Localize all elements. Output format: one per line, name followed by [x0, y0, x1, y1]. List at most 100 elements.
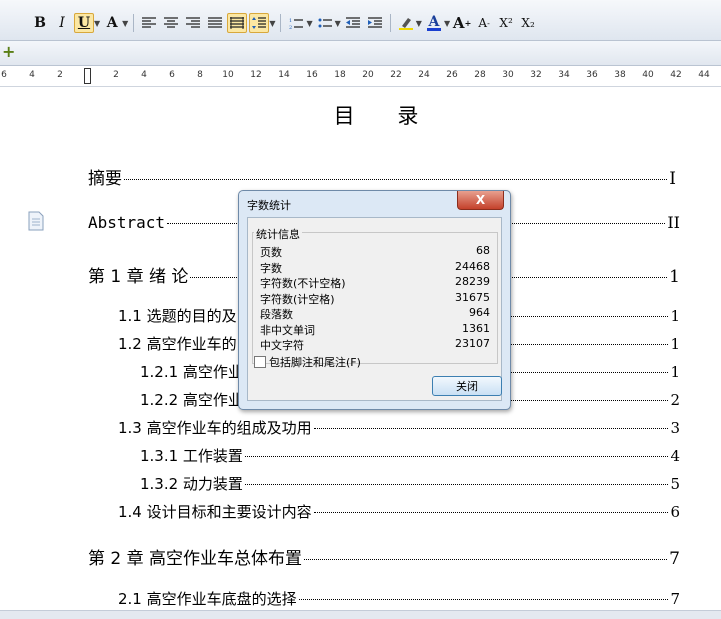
align-left-icon[interactable] — [139, 13, 159, 33]
toc-page-number: 6 — [670, 503, 680, 521]
ruler-tick-label: 10 — [222, 70, 234, 80]
toc-entry[interactable]: 1.3.1 工作装置 4 — [140, 445, 680, 466]
ruler-tick-label: 34 — [558, 70, 570, 80]
formatting-toolbar: B I U ▼ A ▼ ▼ 12 ▼ ▼ ▼ A ▼ A + A - X² X₂ — [0, 0, 721, 41]
align-right-icon[interactable] — [183, 13, 203, 33]
toc-entry[interactable]: 1.3 高空作业车的组成及功用 3 — [118, 417, 680, 438]
subscript-button[interactable]: X₂ — [518, 13, 538, 33]
ruler-tick-label: 32 — [530, 70, 542, 80]
document-icon — [28, 211, 44, 231]
include-footnotes-checkbox[interactable]: 包括脚注和尾注(F) — [254, 354, 361, 370]
stat-value: 68 — [476, 244, 490, 257]
close-button[interactable]: 关闭 — [432, 376, 502, 396]
toc-page-number: 4 — [670, 447, 680, 465]
chevron-down-icon[interactable]: ▼ — [122, 19, 128, 28]
superscript-button[interactable]: X² — [496, 13, 516, 33]
font-color-button[interactable]: A — [424, 13, 444, 33]
shrink-font-button[interactable]: A- — [474, 13, 494, 33]
align-center-icon[interactable] — [161, 13, 181, 33]
line-spacing-icon[interactable] — [249, 13, 270, 33]
toc-page-number: 1 — [669, 267, 680, 287]
bullet-list-icon[interactable] — [315, 13, 335, 33]
toc-entry[interactable]: 1.4 设计目标和主要设计内容 6 — [118, 501, 680, 522]
numbered-list-icon[interactable]: 12 — [286, 13, 306, 33]
stat-label: 字数 — [260, 261, 282, 275]
grow-font-button[interactable]: A + — [452, 13, 472, 33]
toc-entry-text: 第 1 章 绪 论 — [88, 267, 189, 287]
checkbox-label: 包括脚注和尾注(F) — [269, 356, 361, 369]
underline-button[interactable]: U — [74, 13, 94, 33]
toc-leader-dots — [124, 178, 668, 180]
highlight-icon[interactable] — [396, 13, 416, 33]
chevron-down-icon[interactable]: ▼ — [94, 19, 100, 28]
chevron-down-icon[interactable]: ▼ — [335, 19, 341, 28]
ruler-tick-label: 16 — [306, 70, 318, 80]
ruler-tick-label: 28 — [474, 70, 486, 80]
toc-page-number: 7 — [670, 590, 680, 608]
toc-leader-dots — [244, 483, 669, 485]
close-icon[interactable]: X — [457, 191, 504, 210]
stat-value: 24468 — [455, 259, 490, 273]
toc-page-number: 1 — [670, 335, 680, 353]
ruler-tick-label: 20 — [362, 70, 374, 80]
toc-entry[interactable]: 1.3.2 动力装置 5 — [140, 473, 680, 494]
indent-marker[interactable] — [84, 68, 91, 84]
toc-leader-dots — [313, 427, 669, 429]
toc-entry-text: 2.1 高空作业车底盘的选择 — [118, 590, 297, 608]
plus-icon[interactable]: + — [2, 44, 16, 60]
justify-icon[interactable] — [205, 13, 225, 33]
toc-entry[interactable]: 第 2 章 高空作业车总体布置 7 — [88, 544, 680, 569]
ruler-tick-label: 4 — [141, 70, 147, 80]
ruler-tick-label: 36 — [586, 70, 598, 80]
toc-entry-text: 1.3.1 工作装置 — [140, 447, 243, 465]
toc-entry-text: 1.2 高空作业车的 — [118, 335, 237, 353]
ruler-tick-label: 2 — [57, 70, 63, 80]
horizontal-ruler[interactable]: 6 4 2 2 4 6 8 10 12 14 16 18 20 22 24 26 28 30 32 34 36 38 40 4… — [0, 66, 721, 87]
stat-row: 段落数 964 — [260, 306, 490, 322]
page-title: 目 录 — [333, 104, 437, 128]
toc-page-number: II — [667, 213, 680, 232]
distribute-icon[interactable] — [227, 13, 248, 33]
bold-button[interactable]: B — [30, 13, 50, 33]
stat-row: 非中文单词 1361 — [260, 322, 490, 338]
ruler-tick-label: 24 — [418, 70, 430, 80]
word-count-dialog: 字数统计 X 统计信息 页数 68 字数 24468 字符数(不计空格) 28239 字符数… — [238, 190, 511, 410]
char-shading-button[interactable]: A — [102, 13, 122, 33]
italic-button[interactable]: I — [52, 13, 72, 33]
chevron-down-icon[interactable]: ▼ — [416, 19, 422, 28]
toc-page-number: 1 — [670, 363, 680, 381]
ruler-tick-label: 14 — [278, 70, 290, 80]
ruler-tick-label: 40 — [642, 70, 654, 80]
decrease-indent-icon[interactable] — [343, 13, 363, 33]
toc-entry[interactable]: 摘要 I — [88, 164, 676, 189]
chevron-down-icon[interactable]: ▼ — [306, 19, 312, 28]
stat-label: 段落数 — [260, 308, 293, 321]
stat-row: 字符数(不计空格) 28239 — [260, 275, 490, 291]
ruler-tick-label: 30 — [502, 70, 514, 80]
stat-row: 字数 24468 — [260, 260, 490, 276]
toc-entry-text: 1.1 选题的目的及 — [118, 307, 237, 325]
increase-indent-icon[interactable] — [365, 13, 385, 33]
toc-page-number: 5 — [670, 475, 680, 493]
format-group: B I U ▼ A ▼ ▼ 12 ▼ ▼ ▼ A ▼ A + A - X² X₂ — [30, 12, 538, 34]
separator — [133, 14, 135, 32]
chevron-down-icon[interactable]: ▼ — [444, 19, 450, 28]
stat-row: 字符数(计空格) 31675 — [260, 291, 490, 307]
toc-page-number: 7 — [669, 549, 680, 569]
dialog-title: 字数统计 — [247, 199, 291, 212]
dialog-body: 统计信息 页数 68 字数 24468 字符数(不计空格) 28239 字符数(计空格) 31… — [247, 217, 502, 401]
toc-entry[interactable]: 2.1 高空作业车底盘的选择 7 — [118, 588, 680, 609]
checkbox-icon[interactable] — [254, 356, 266, 368]
ruler-tick-label: 4 — [29, 70, 35, 80]
ruler-tick-label: 8 — [197, 70, 203, 80]
svg-text:2: 2 — [289, 25, 292, 29]
stat-label: 字符数(不计空格) — [260, 277, 346, 290]
chevron-down-icon[interactable]: ▼ — [269, 19, 275, 28]
toc-leader-dots — [313, 511, 669, 513]
ruler-tick-label: 6 — [1, 70, 7, 80]
ruler-tick-label: 42 — [670, 70, 682, 80]
stat-row: 中文字符 23107 — [260, 337, 490, 353]
stat-value: 28239 — [455, 275, 490, 288]
toc-page-number: 2 — [670, 391, 680, 409]
stat-label: 非中文单词 — [260, 323, 315, 337]
